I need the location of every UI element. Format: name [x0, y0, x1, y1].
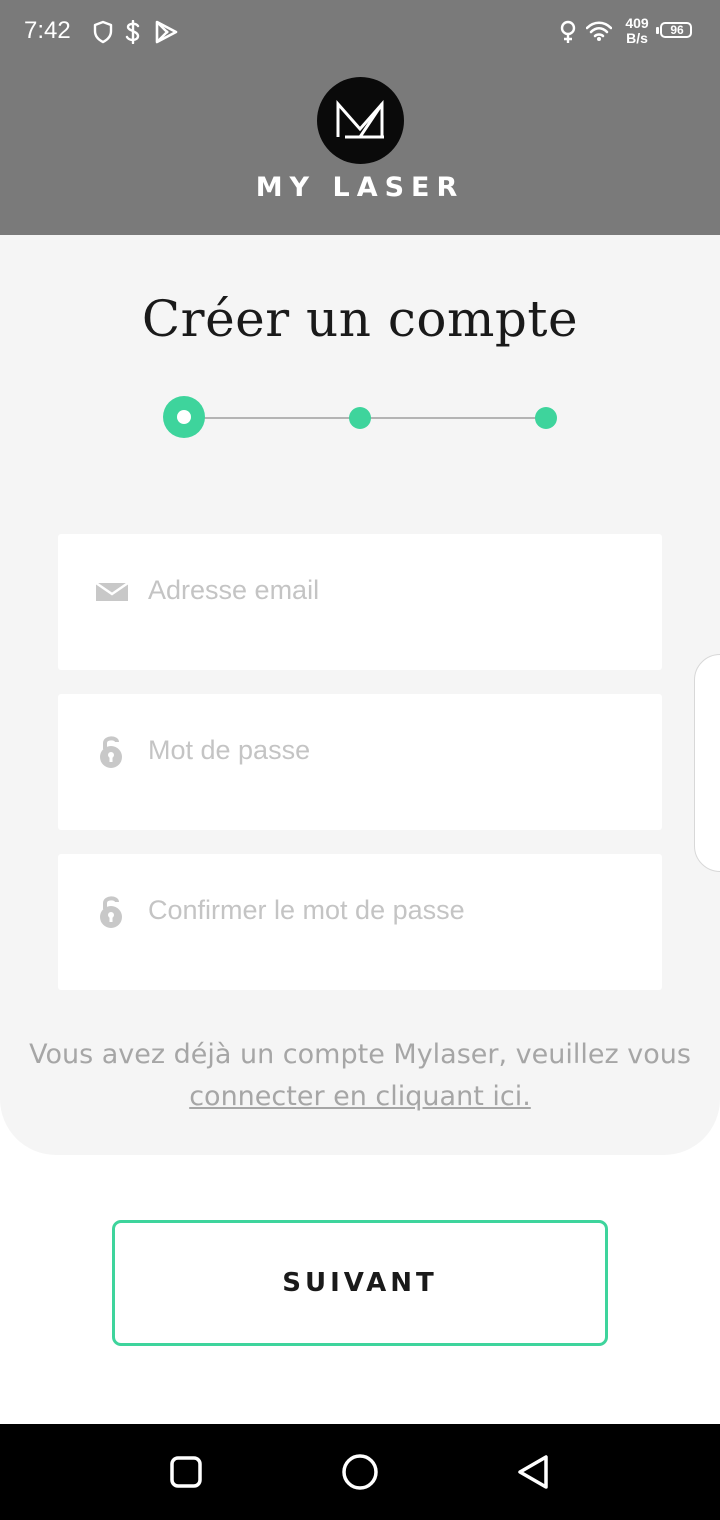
status-bar: 7:42 409 B/s 96: [0, 0, 720, 64]
app-header: 7:42 409 B/s 96 MY LASER: [0, 0, 720, 235]
navigation-bar: [0, 1424, 720, 1520]
step-2: [349, 407, 371, 429]
battery-icon: 96: [656, 22, 692, 40]
lock-icon: [96, 894, 128, 928]
next-button[interactable]: SUIVANT: [112, 1220, 608, 1346]
email-field[interactable]: [58, 534, 662, 670]
brand-name: MY LASER: [255, 172, 465, 203]
lock-icon: [96, 734, 128, 768]
network-speed-unit: B/s: [626, 30, 648, 46]
battery-level: 96: [670, 23, 684, 37]
step-1-active: [163, 396, 205, 438]
login-link[interactable]: connecter en cliquant ici.: [189, 1081, 531, 1112]
play-store-icon: [154, 20, 178, 49]
location-icon: [558, 20, 578, 49]
dollar-icon: [124, 19, 142, 49]
wifi-icon: [585, 20, 613, 47]
login-hint: Vous avez déjà un compte Mylaser, veuill…: [0, 1034, 720, 1118]
login-hint-text: Vous avez déjà un compte Mylaser, veuill…: [29, 1039, 691, 1070]
recent-apps-icon[interactable]: [162, 1448, 210, 1496]
network-speed-value: 409: [625, 15, 649, 31]
step-3: [535, 407, 557, 429]
confirm-password-field[interactable]: [58, 854, 662, 990]
shield-icon: [92, 20, 114, 49]
progress-stepper: [160, 396, 560, 440]
confirm-password-input[interactable]: [148, 890, 638, 930]
network-speed: 409 B/s: [620, 16, 654, 46]
password-field[interactable]: [58, 694, 662, 830]
home-icon[interactable]: [336, 1448, 384, 1496]
password-input[interactable]: [148, 730, 638, 770]
page-title: Créer un compte: [141, 290, 579, 348]
side-drawer-handle[interactable]: [694, 654, 720, 872]
back-icon[interactable]: [510, 1448, 558, 1496]
email-input[interactable]: [148, 570, 638, 610]
mylaser-logo-icon: [317, 77, 404, 164]
mail-icon: [95, 574, 129, 608]
status-time: 7:42: [24, 17, 71, 44]
